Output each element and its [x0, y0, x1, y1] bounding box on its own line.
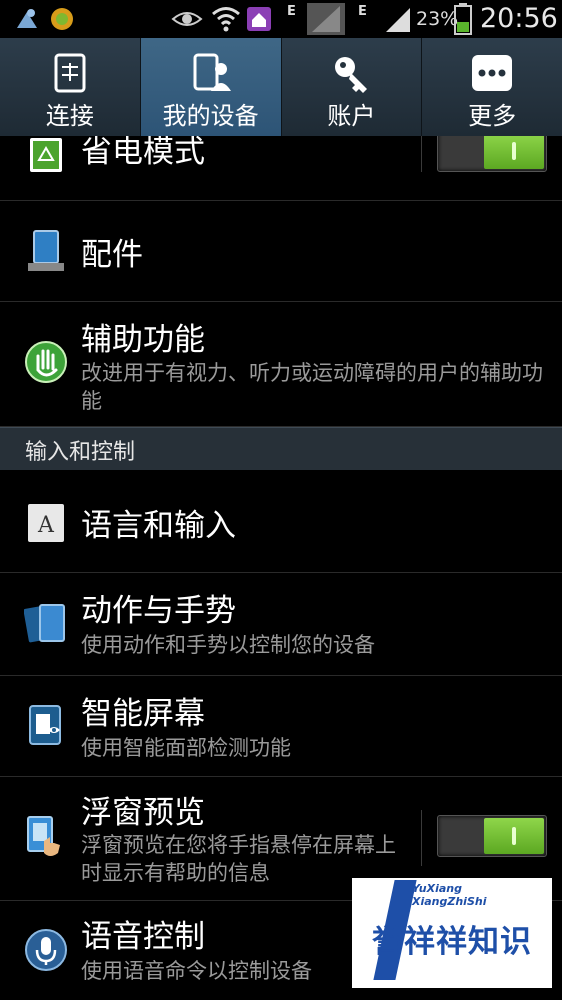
- tab-bar: 连接 我的设备 账户 更多: [0, 38, 562, 136]
- toggle-knob: [484, 818, 544, 854]
- section-header-input: 输入和控制: [0, 427, 562, 470]
- keyboard-a-icon: A: [28, 504, 64, 542]
- recycle-icon: [30, 138, 62, 172]
- connect-icon: [54, 53, 86, 93]
- setting-subtitle: 使用动作和手势以控制您的设备: [81, 633, 375, 657]
- setting-title: 辅助功能: [81, 322, 205, 358]
- watermark-logo: YuXiang XiangZhiShi 誉祥祥知识: [352, 878, 552, 988]
- more-icon: [472, 55, 513, 91]
- setting-smart-screen[interactable]: 智能屏幕 使用智能面部检测功能: [0, 676, 562, 777]
- setting-title: 省电模式: [81, 136, 205, 170]
- setting-accessibility[interactable]: 辅助功能 改进用于有视力、听力或运动障碍的用户的辅助功能: [0, 302, 562, 427]
- tab-account[interactable]: 账户: [282, 38, 423, 136]
- air-view-toggle[interactable]: [437, 815, 547, 857]
- setting-motion[interactable]: 动作与手势 使用动作和手势以控制您的设备: [0, 573, 562, 676]
- tab-connect[interactable]: 连接: [0, 38, 141, 136]
- key-icon: [335, 57, 368, 93]
- signal-icon: [307, 3, 345, 35]
- battery-icon: [454, 3, 472, 35]
- tab-label: 我的设备: [162, 102, 259, 130]
- setting-language-input[interactable]: A 语言和输入: [0, 470, 562, 573]
- setting-title: 语音控制: [81, 919, 205, 955]
- setting-accessory[interactable]: 配件: [0, 201, 562, 302]
- divider: [421, 810, 422, 866]
- eye-icon: [171, 12, 203, 26]
- mic-icon: [25, 929, 67, 971]
- network-type-2: E: [358, 4, 367, 19]
- watermark-text: 誉祥祥知识: [372, 924, 532, 960]
- status-bar: E E 23% 20:56: [0, 0, 562, 38]
- tab-label: 更多: [468, 102, 517, 130]
- tab-label: 账户: [327, 102, 376, 130]
- app-icon: [51, 8, 73, 30]
- setting-title: 浮窗预览: [81, 795, 205, 831]
- setting-subtitle: 改进用于有视力、听力或运动障碍的用户的辅助功能: [81, 361, 543, 413]
- clock: 20:56: [480, 3, 558, 34]
- my-device-icon: [193, 53, 231, 91]
- notification-icon: [17, 9, 37, 28]
- watermark-line2: XiangZhiShi: [412, 895, 487, 908]
- tab-label: 连接: [45, 102, 94, 130]
- section-title: 输入和控制: [25, 440, 136, 465]
- setting-title: 智能屏幕: [81, 696, 205, 732]
- network-type: E: [287, 4, 296, 19]
- hand-icon: [25, 341, 67, 383]
- toggle-knob: [484, 136, 544, 169]
- wifi-icon: [212, 7, 240, 32]
- setting-title: 配件: [81, 237, 143, 273]
- motion-icon: [24, 604, 65, 643]
- air-view-icon: [27, 816, 60, 856]
- divider: [421, 136, 422, 172]
- setting-subtitle: 使用智能面部检测功能: [81, 736, 291, 760]
- tab-my-device[interactable]: 我的设备: [140, 38, 282, 136]
- home-icon: [247, 7, 271, 31]
- setting-power-saving[interactable]: 省电模式: [0, 136, 562, 201]
- setting-title: 动作与手势: [81, 593, 236, 629]
- power-saving-toggle[interactable]: [437, 136, 547, 172]
- device-dock-icon: [28, 230, 64, 271]
- tab-more[interactable]: 更多: [422, 38, 562, 136]
- signal-icon: [386, 8, 410, 32]
- smart-screen-icon: [29, 705, 61, 745]
- setting-title: 语言和输入: [81, 508, 236, 544]
- watermark-line1: YuXiang: [412, 882, 462, 895]
- svg-text:A: A: [37, 513, 55, 538]
